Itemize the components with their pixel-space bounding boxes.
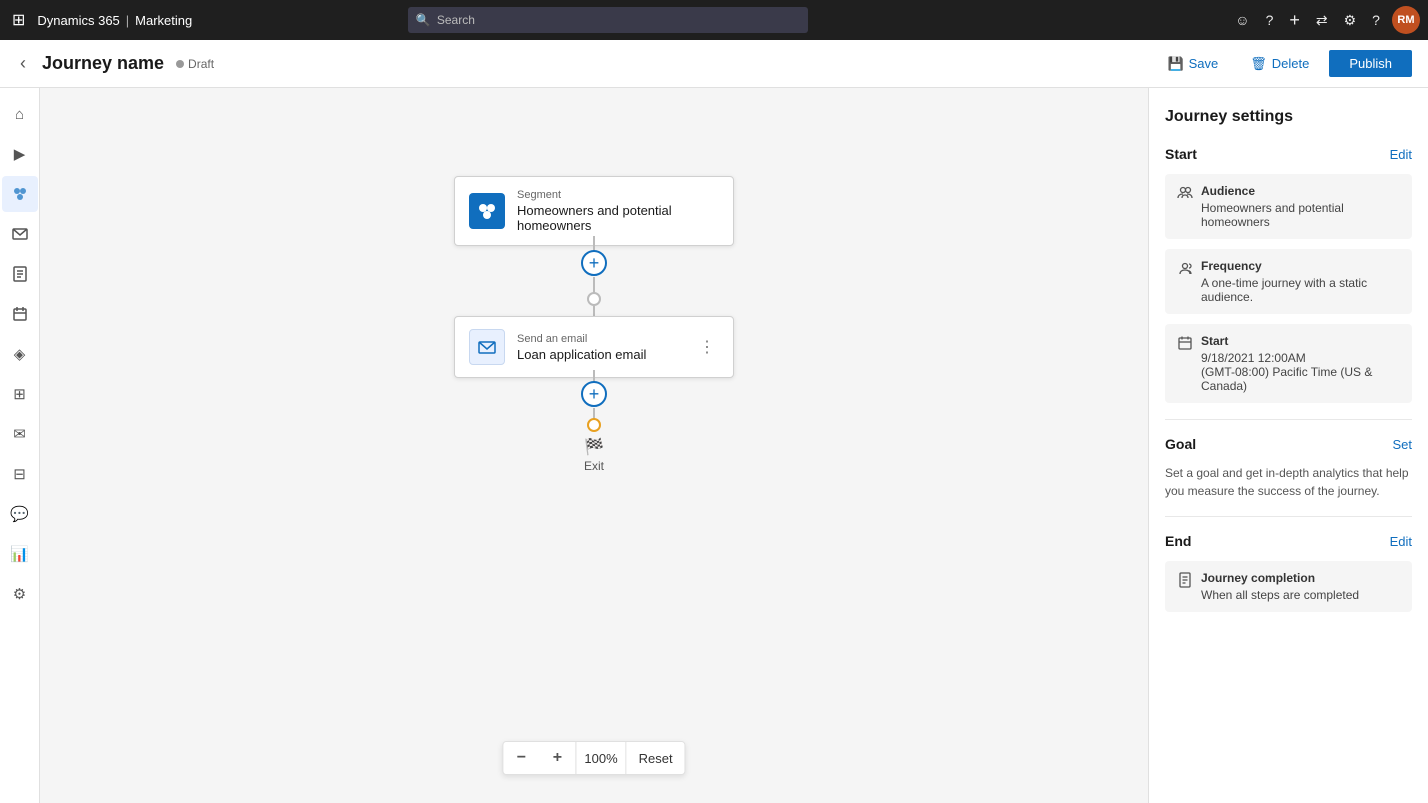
main-layout: ⌂ ▶ ◈ ⊞ ✉ ⊟ 💬 📊 ⚙ Segm <box>0 88 1428 803</box>
node-menu-button[interactable]: ⋮ <box>695 335 719 359</box>
add-node-button-1[interactable]: + <box>581 250 607 276</box>
zoom-reset-button[interactable]: Reset <box>627 742 685 774</box>
divider-1 <box>1165 419 1412 420</box>
circle-node-1 <box>587 292 601 306</box>
start-edit-link[interactable]: Edit <box>1390 147 1412 162</box>
back-button[interactable]: ‹ <box>16 49 30 78</box>
search-bar[interactable]: 🔍 <box>408 7 808 33</box>
journey-title: Journey name <box>42 53 164 74</box>
save-button[interactable]: 💾 Save <box>1155 50 1230 78</box>
exit-label: Exit <box>584 459 604 473</box>
delete-label: Delete <box>1272 56 1310 71</box>
settings-icon[interactable]: ⚙ <box>1340 8 1361 33</box>
publish-button[interactable]: Publish <box>1329 50 1412 77</box>
email-value: Loan application email <box>517 347 683 362</box>
audience-icon <box>1177 185 1193 204</box>
brand: Dynamics 365 | Marketing <box>37 13 192 28</box>
end-section-header: End Edit <box>1165 533 1412 549</box>
segment-icon <box>469 193 505 229</box>
end-heading: End <box>1165 533 1191 549</box>
delete-icon: 🗑 <box>1250 56 1267 72</box>
draft-badge: Draft <box>176 57 214 71</box>
start-time-title: Start <box>1201 334 1400 348</box>
zoom-in-button[interactable]: + <box>539 742 575 774</box>
avatar[interactable]: RM <box>1392 6 1420 34</box>
sidebar-item-forms[interactable] <box>2 256 38 292</box>
help-icon[interactable]: ? <box>1368 8 1384 32</box>
email-label: Send an email <box>517 333 683 345</box>
search-input[interactable] <box>437 13 800 27</box>
sidebar-item-segments[interactable] <box>2 176 38 212</box>
goal-set-link[interactable]: Set <box>1392 437 1412 452</box>
frequency-icon <box>1177 260 1193 279</box>
toolbar: 💾 Save 🗑 Delete Publish <box>1155 50 1412 78</box>
zoom-out-button[interactable]: − <box>503 742 539 774</box>
frequency-card: Frequency A one-time journey with a stat… <box>1165 249 1412 314</box>
draft-dot <box>176 60 184 68</box>
help-search-icon[interactable]: ? <box>1262 8 1278 32</box>
divider-2 <box>1165 516 1412 517</box>
sidebar-item-marketing-pages[interactable]: ⊞ <box>2 376 38 412</box>
add-node-button-2[interactable]: + <box>581 381 607 407</box>
end-edit-link[interactable]: Edit <box>1390 534 1412 549</box>
save-icon: 💾 <box>1167 56 1183 72</box>
sidebar-item-events[interactable] <box>2 296 38 332</box>
frequency-title: Frequency <box>1201 259 1400 273</box>
start-section-header: Start Edit <box>1165 146 1412 162</box>
brand-name: Dynamics 365 <box>37 13 119 28</box>
brand-sub: Marketing <box>135 13 192 28</box>
flow-icon[interactable]: ⇄ <box>1312 8 1332 33</box>
audience-title: Audience <box>1201 184 1400 198</box>
start-time-icon <box>1177 335 1193 354</box>
journey-canvas: Segment Homeowners and potential homeown… <box>40 88 1148 803</box>
goal-description: Set a goal and get in-depth analytics th… <box>1165 464 1412 500</box>
goal-section-header: Goal Set <box>1165 436 1412 452</box>
start-time-value: 9/18/2021 12:00AM (GMT-08:00) Pacific Ti… <box>1201 351 1400 393</box>
frequency-value: A one-time journey with a static audienc… <box>1201 276 1400 304</box>
save-label: Save <box>1189 56 1219 71</box>
email-node[interactable]: Send an email Loan application email ⋮ <box>454 316 734 378</box>
sidebar-item-templates[interactable]: ⊟ <box>2 456 38 492</box>
goal-heading: Goal <box>1165 436 1196 452</box>
connector-3 <box>593 306 595 316</box>
segment-value: Homeowners and potential homeowners <box>517 203 719 233</box>
sidebar-item-settings[interactable]: ⚙ <box>2 576 38 612</box>
draft-label: Draft <box>188 57 214 71</box>
right-panel: Journey settings Start Edit Audience Hom… <box>1148 88 1428 803</box>
zoom-controls: − + 100% Reset <box>502 741 685 775</box>
segment-node-text: Segment Homeowners and potential homeown… <box>517 189 719 233</box>
panel-title: Journey settings <box>1165 108 1412 126</box>
sidebar-item-messages[interactable]: ✉ <box>2 416 38 452</box>
zoom-level: 100% <box>575 742 626 774</box>
sidebar-item-journeys[interactable]: ▶ <box>2 136 38 172</box>
sidebar-item-home[interactable]: ⌂ <box>2 96 38 132</box>
search-icon: 🔍 <box>416 13 431 27</box>
sidebar-item-emails[interactable] <box>2 216 38 252</box>
sidebar-item-lead-scoring[interactable]: ◈ <box>2 336 38 372</box>
exit-flag-icon: 🏁 <box>584 437 604 457</box>
audience-card: Audience Homeowners and potential homeow… <box>1165 174 1412 239</box>
email-icon <box>469 329 505 365</box>
completion-card: Journey completion When all steps are co… <box>1165 561 1412 612</box>
sidebar-item-analytics[interactable]: 📊 <box>2 536 38 572</box>
secondary-bar: ‹ Journey name Draft 💾 Save 🗑 Delete Pub… <box>0 40 1428 88</box>
add-icon[interactable]: + <box>1285 6 1304 35</box>
segment-label: Segment <box>517 189 719 201</box>
email-node-text: Send an email Loan application email <box>517 333 683 362</box>
delete-button[interactable]: 🗑 Delete <box>1238 50 1321 78</box>
start-heading: Start <box>1165 146 1197 162</box>
waffle-icon[interactable]: ⊞ <box>8 6 29 34</box>
sidebar-item-social[interactable]: 💬 <box>2 496 38 532</box>
completion-value: When all steps are completed <box>1201 588 1400 602</box>
left-sidebar: ⌂ ▶ ◈ ⊞ ✉ ⊟ 💬 📊 ⚙ <box>0 88 40 803</box>
completion-icon <box>1177 572 1193 591</box>
circle-node-2 <box>587 418 601 432</box>
audience-value: Homeowners and potential homeowners <box>1201 201 1400 229</box>
nav-icons: ☺ ? + ⇄ ⚙ ? RM <box>1231 6 1420 35</box>
start-time-card: Start 9/18/2021 12:00AM (GMT-08:00) Paci… <box>1165 324 1412 403</box>
exit-node: 🏁 Exit <box>584 437 604 473</box>
completion-title: Journey completion <box>1201 571 1400 585</box>
feedback-icon[interactable]: ☺ <box>1231 8 1253 32</box>
